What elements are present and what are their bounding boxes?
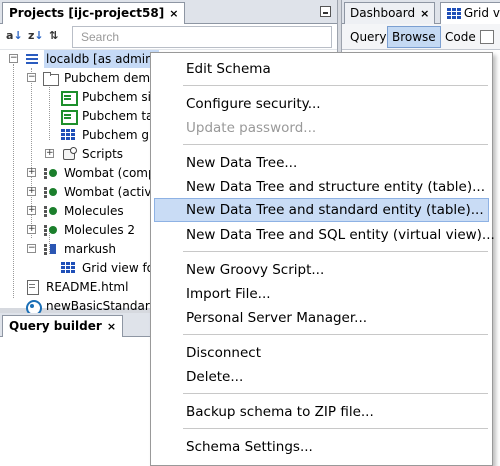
search-input[interactable] <box>72 26 332 48</box>
close-icon[interactable]: × <box>107 320 116 333</box>
menu-item-import-file[interactable]: Import File... <box>154 282 489 306</box>
tree-node-label: Pubchem gr <box>82 128 154 142</box>
file-icon <box>24 279 40 295</box>
menu-item-delete[interactable]: Delete... <box>154 365 489 389</box>
editor-toolbar: Query Browse Code <box>342 24 500 50</box>
context-menu: Edit Schema Configure security... Update… <box>150 52 495 466</box>
menu-item-update-password: Update password... <box>186 120 317 136</box>
tab-grid-view-label: Grid vie <box>463 6 500 20</box>
tree-node-label: markush <box>64 242 117 256</box>
tree-node-label: Pubchem demo <box>64 71 158 85</box>
tree-node-item[interactable]: + Wombat (comp <box>24 164 156 182</box>
tree-node-label: Scripts <box>82 147 124 161</box>
collapse-icon[interactable]: − <box>9 54 18 63</box>
expand-icon[interactable]: + <box>27 187 36 196</box>
tab-grid-view[interactable]: Grid vie <box>440 2 500 24</box>
grid-view-icon <box>446 6 461 20</box>
menu-item-new-groovy-script[interactable]: New Groovy Script... <box>154 258 489 282</box>
script-icon <box>60 146 77 162</box>
expand-icon[interactable]: + <box>45 149 54 158</box>
code-button[interactable]: Code <box>440 26 481 48</box>
minimize-icon[interactable] <box>320 6 331 17</box>
projects-tabbar: Projects [ijc-project58] × <box>0 0 337 24</box>
tab-dashboard[interactable]: Dashboard × <box>344 2 436 24</box>
close-icon[interactable]: × <box>169 7 178 20</box>
entity-icon <box>42 222 58 238</box>
menu-item-new-data-tree-sql[interactable]: New Data Tree and SQL entity (virtual vi… <box>154 223 495 247</box>
tab-projects-label: Projects [ijc-project58] <box>9 6 165 20</box>
close-icon[interactable]: × <box>420 7 429 20</box>
markush-icon <box>42 241 58 257</box>
tree-node-scripts[interactable]: + Scripts <box>24 145 123 163</box>
tree-node-label: Wombat (comp <box>64 166 156 180</box>
tree-node-file[interactable]: README.html <box>6 278 128 296</box>
menu-item-personal-server-manager[interactable]: Personal Server Manager... <box>154 306 489 330</box>
expand-collapse-icon[interactable]: ⇅ <box>49 28 65 46</box>
projects-toolbar: a↓ z↓ ⇅ <box>0 24 337 50</box>
menu-item-edit-schema[interactable]: Edit Schema <box>154 57 489 81</box>
tree-node-label: README.html <box>46 280 129 294</box>
tree-node-label: Wombat (activi <box>64 185 155 199</box>
tree-node-label: Grid view fo <box>82 261 155 275</box>
tree-node-label: Molecules <box>64 204 124 218</box>
tree-node-root[interactable]: − localdb [as admin] <box>6 50 160 68</box>
folder-icon <box>42 70 59 86</box>
tab-dashboard-label: Dashboard <box>350 6 416 20</box>
expand-icon[interactable]: + <box>27 168 36 177</box>
standardizer-icon <box>24 298 42 316</box>
tree-node-item[interactable]: Pubchem ta <box>42 107 153 125</box>
database-icon <box>24 51 40 67</box>
entity-icon <box>42 184 58 200</box>
menu-item-new-data-tree-standard[interactable]: New Data Tree and standard entity (table… <box>154 198 489 222</box>
options-icon[interactable] <box>480 30 494 44</box>
tree-node-item[interactable]: − markush <box>24 240 116 258</box>
menu-item-new-data-tree-structure[interactable]: New Data Tree and structure entity (tabl… <box>154 175 489 199</box>
tab-projects[interactable]: Projects [ijc-project58] × <box>2 2 186 24</box>
menu-item-new-data-tree[interactable]: New Data Tree... <box>154 151 489 175</box>
sort-za-icon[interactable]: z↓ <box>28 28 44 46</box>
tree-node-item[interactable]: Grid view fo <box>42 259 154 277</box>
menu-item-backup-schema[interactable]: Backup schema to ZIP file... <box>154 400 489 424</box>
entity-icon <box>42 165 58 181</box>
tree-node-label: Pubchem ta <box>82 109 154 123</box>
expand-icon[interactable]: + <box>27 225 36 234</box>
form-view-icon <box>60 108 78 125</box>
expand-icon[interactable]: + <box>27 206 36 215</box>
collapse-icon[interactable]: − <box>27 244 36 253</box>
editor-tabbar: Dashboard × Grid vie <box>342 0 500 24</box>
tab-query-builder[interactable]: Query builder × <box>2 315 124 337</box>
menu-item-disconnect[interactable]: Disconnect <box>154 341 489 365</box>
tree-node-label: Pubchem sir <box>82 90 156 104</box>
entity-icon <box>42 203 58 219</box>
tree-node-item[interactable]: + Molecules <box>24 202 124 220</box>
grid-view-icon <box>60 127 76 143</box>
menu-item-schema-settings[interactable]: Schema Settings... <box>154 435 489 459</box>
tab-query-builder-label: Query builder <box>9 319 102 333</box>
tree-node-item[interactable]: Pubchem gr <box>42 126 154 144</box>
query-button[interactable]: Query <box>345 26 391 48</box>
tree-node-folder[interactable]: − Pubchem demo <box>24 69 157 87</box>
tree-node-item[interactable]: Pubchem sir <box>42 88 156 106</box>
tree-node-item[interactable]: + Molecules 2 <box>24 221 135 239</box>
tree-node-label: localdb [as admin] <box>44 50 160 68</box>
collapse-icon[interactable]: − <box>27 73 36 82</box>
form-view-icon <box>60 89 78 106</box>
tree-node-item[interactable]: + Wombat (activi <box>24 183 155 201</box>
tree-node-label: Molecules 2 <box>64 223 136 237</box>
menu-item-configure-security[interactable]: Configure security... <box>154 92 489 116</box>
browse-button[interactable]: Browse <box>387 26 441 48</box>
grid-view-icon <box>60 260 76 276</box>
sort-az-icon[interactable]: a↓ <box>6 28 23 46</box>
